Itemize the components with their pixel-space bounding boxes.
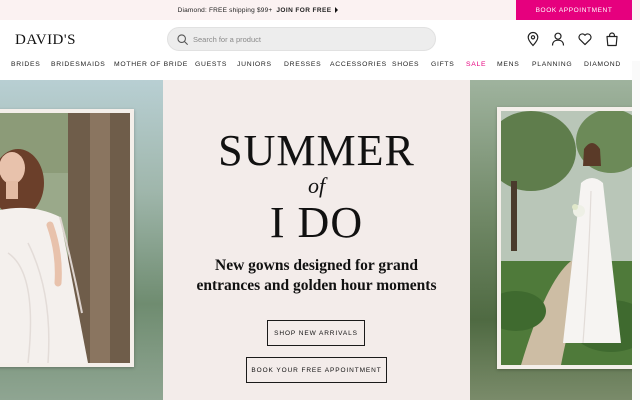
account-icon[interactable] (550, 31, 566, 47)
caret-right-icon (335, 7, 339, 13)
hero-title-line1: SUMMER (218, 126, 415, 175)
nav-item-mens[interactable]: MENS (497, 61, 519, 68)
promo-bar: Diamond: FREE shipping $99+ JOIN FOR FRE… (0, 0, 640, 20)
bride-photo-right (501, 111, 632, 365)
bride-photo-left (0, 113, 130, 363)
nav-item-juniors[interactable]: JUNIORS (237, 61, 272, 68)
nav-item-gifts[interactable]: GIFTS (431, 61, 455, 68)
hero-subtitle-line2: entrances and golden hour moments (196, 277, 437, 294)
nav-item-dresses[interactable]: DRESSES (284, 61, 321, 68)
bride-photo-left-illustration (0, 113, 130, 363)
hero-subtitle-line1: New gowns designed for grand (215, 257, 418, 274)
hero-banner: SUMMER of I DO New gowns designed for gr… (0, 80, 632, 400)
nav-item-brides[interactable]: BRIDES (11, 61, 41, 68)
heart-icon[interactable] (577, 31, 593, 47)
search-icon (177, 34, 188, 45)
hero-subtitle: New gowns designed for grand entrances a… (178, 256, 455, 296)
search-bar[interactable] (167, 27, 436, 51)
nav-item-bridesmaids[interactable]: BRIDESMAIDS (51, 61, 106, 68)
bride-photo-left-frame (0, 109, 134, 367)
shop-new-arrivals-button[interactable]: SHOP NEW ARRIVALS (267, 320, 365, 346)
promo-text: Diamond: FREE shipping $99+ (177, 6, 273, 14)
bride-photo-right-illustration (501, 111, 632, 365)
nav-item-guests[interactable]: GUESTS (195, 61, 227, 68)
location-pin-icon[interactable] (525, 31, 541, 47)
bride-photo-right-frame (497, 107, 632, 369)
promo-message[interactable]: Diamond: FREE shipping $99+ JOIN FOR FRE… (0, 0, 516, 20)
site-logo[interactable]: DAVID'S (15, 32, 76, 49)
nav-item-accessories[interactable]: ACCESSORIES (330, 61, 387, 68)
join-for-free-link[interactable]: JOIN FOR FREE (276, 7, 331, 14)
main-nav: BRIDES BRIDESMAIDS MOTHER OF BRIDE GUEST… (0, 61, 640, 77)
nav-item-planning[interactable]: PLANNING (532, 61, 572, 68)
nav-item-sale[interactable]: SALE (466, 61, 486, 68)
nav-item-diamond[interactable]: DIAMOND (584, 61, 621, 68)
hero-title-of: of (307, 173, 326, 198)
book-appointment-button[interactable]: BOOK APPOINTMENT (516, 0, 632, 20)
nav-item-mother-of-bride[interactable]: MOTHER OF BRIDE (114, 61, 188, 68)
book-free-appointment-button[interactable]: BOOK YOUR FREE APPOINTMENT (246, 357, 387, 383)
hero-title-line2: I DO (269, 198, 364, 247)
page-scrollbar[interactable] (632, 61, 640, 400)
nav-item-shoes[interactable]: SHOES (392, 61, 419, 68)
search-input[interactable] (193, 31, 423, 47)
bag-icon[interactable] (604, 31, 620, 47)
